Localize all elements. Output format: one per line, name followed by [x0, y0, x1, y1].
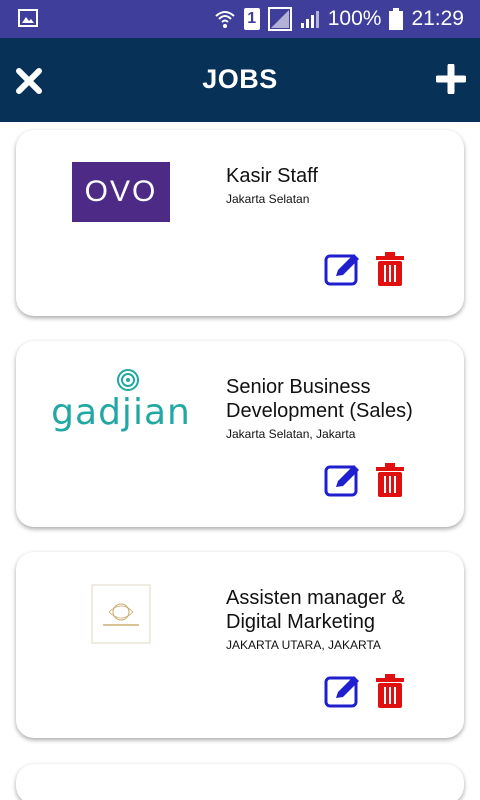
job-location: Jakarta Selatan	[226, 192, 310, 206]
job-title: Senior Business Development (Sales)	[226, 376, 413, 422]
no-signal-icon	[267, 7, 292, 31]
gadjian-swirl-icon	[117, 369, 139, 391]
company-logo	[46, 570, 196, 658]
page-title: JOBS	[202, 64, 278, 94]
battery-percent: 100%	[327, 7, 382, 30]
battery-icon	[389, 8, 404, 30]
job-location: JAKARTA UTARA, JAKARTA	[226, 638, 381, 652]
job-location: Jakarta Selatan, Jakarta	[226, 427, 356, 441]
company-logo-gadjian: gadjian	[46, 359, 196, 447]
delete-icon[interactable]	[374, 252, 406, 286]
job-card[interactable]: gadjian Senior Business Development (Sal…	[16, 341, 464, 527]
edit-icon[interactable]	[324, 463, 362, 497]
gadjian-logo-text: gadjian	[51, 392, 191, 433]
job-title: Kasir Staff	[226, 165, 318, 187]
sim-badge: 1	[243, 8, 260, 30]
delete-icon[interactable]	[374, 674, 406, 708]
ovo-logo-text: OVO	[72, 162, 170, 222]
clock: 21:29	[411, 7, 464, 30]
add-icon[interactable]	[436, 64, 466, 94]
job-card[interactable]: OVO Kasir Staff Jakarta Selatan	[16, 130, 464, 316]
edit-icon[interactable]	[324, 252, 362, 286]
edit-icon[interactable]	[324, 674, 362, 708]
app-bar: JOBS	[0, 38, 480, 122]
gallery-icon	[18, 9, 38, 27]
signal-icon	[300, 11, 319, 28]
company-logo-image	[91, 584, 151, 644]
job-title: Assisten manager & Digital Marketing	[226, 587, 405, 633]
company-logo-ovo: OVO	[46, 148, 196, 236]
status-bar: 1 100% 21:29	[0, 0, 480, 38]
wifi-icon	[215, 11, 235, 28]
job-card[interactable]	[16, 764, 464, 800]
delete-icon[interactable]	[374, 463, 406, 497]
job-card[interactable]: Assisten manager & Digital Marketing JAK…	[16, 552, 464, 738]
job-list[interactable]: OVO Kasir Staff Jakarta Selatan gadjian	[0, 122, 480, 800]
